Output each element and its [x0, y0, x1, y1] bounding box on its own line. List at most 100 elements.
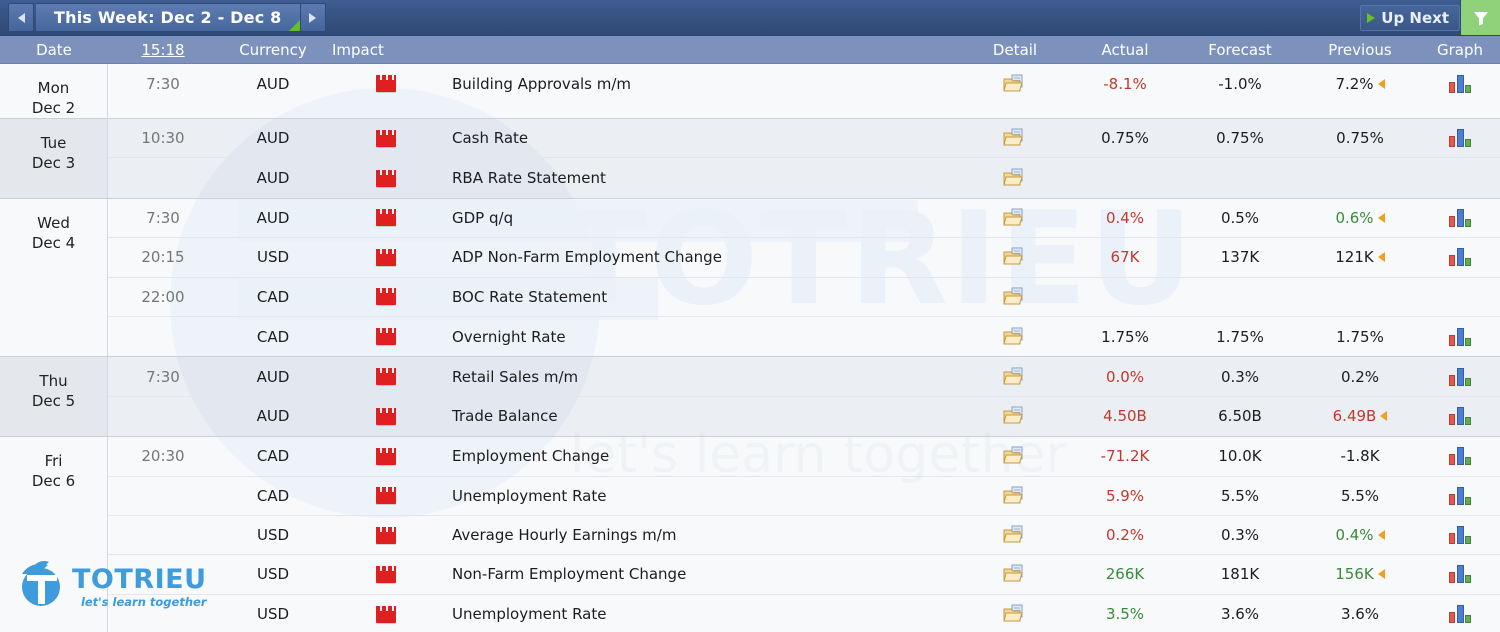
- row-event-name[interactable]: RBA Rate Statement: [440, 169, 960, 187]
- graph-icon[interactable]: [1449, 367, 1471, 386]
- row-previous: 3.6%: [1300, 605, 1420, 623]
- column-header-currency[interactable]: Currency: [218, 41, 328, 59]
- row-currency: USD: [256, 248, 290, 267]
- impact-high-icon[interactable]: [376, 75, 396, 93]
- impact-high-icon[interactable]: [376, 368, 396, 386]
- detail-folder-icon[interactable]: [1003, 168, 1027, 188]
- row-actual: 0.2%: [1105, 526, 1145, 545]
- date-day: Dec 3: [31, 154, 76, 172]
- row-previous-value: 121K: [1335, 248, 1374, 267]
- impact-high-icon[interactable]: [376, 288, 396, 306]
- row-event-name[interactable]: BOC Rate Statement: [440, 288, 960, 306]
- impact-high-icon[interactable]: [376, 129, 396, 147]
- graph-icon[interactable]: [1449, 129, 1471, 148]
- detail-folder-icon[interactable]: [1003, 486, 1027, 506]
- row-event-name[interactable]: Employment Change: [440, 447, 960, 465]
- row-event-name[interactable]: GDP q/q: [440, 209, 960, 227]
- impact-high-icon[interactable]: [376, 526, 396, 544]
- column-header-previous[interactable]: Previous: [1300, 41, 1420, 59]
- table-row[interactable]: 22:00 CAD BOC Rate Statement: [108, 278, 1500, 317]
- graph-icon[interactable]: [1449, 605, 1471, 624]
- detail-folder-icon[interactable]: [1003, 128, 1027, 148]
- row-detail: [960, 525, 1070, 545]
- detail-folder-icon[interactable]: [1003, 406, 1027, 426]
- table-row[interactable]: 7:30 AUD GDP q/q 0.4% 0.5% 0.6%: [108, 199, 1500, 239]
- column-header-impact[interactable]: Impact: [328, 41, 440, 59]
- table-row[interactable]: USD Unemployment Rate 3.5% 3.6% 3.6%: [108, 595, 1500, 632]
- graph-icon[interactable]: [1449, 565, 1471, 584]
- day-rows: 10:30 AUD Cash Rate 0.75% 0.75% 0.75% AU…: [108, 119, 1500, 198]
- table-row[interactable]: USD Average Hourly Earnings m/m 0.2% 0.3…: [108, 516, 1500, 556]
- play-icon: [1367, 12, 1376, 23]
- filter-button[interactable]: [1460, 0, 1500, 35]
- impact-high-icon[interactable]: [376, 209, 396, 227]
- impact-high-icon[interactable]: [376, 328, 396, 346]
- graph-icon[interactable]: [1449, 407, 1471, 426]
- economic-calendar: This Week: Dec 2 - Dec 8 Up Next Date 15…: [0, 0, 1500, 632]
- detail-folder-icon[interactable]: [1003, 327, 1027, 347]
- impact-high-icon[interactable]: [376, 169, 396, 187]
- column-header-actual[interactable]: Actual: [1070, 41, 1180, 59]
- table-row[interactable]: 20:30 CAD Employment Change -71.2K 10.0K…: [108, 437, 1500, 477]
- row-previous-value: 5.5%: [1340, 486, 1380, 505]
- row-event-name[interactable]: Unemployment Rate: [440, 487, 960, 505]
- row-currency: USD: [256, 605, 290, 624]
- column-header-detail[interactable]: Detail: [960, 41, 1070, 59]
- detail-folder-icon[interactable]: [1003, 604, 1027, 624]
- graph-icon[interactable]: [1449, 327, 1471, 346]
- row-graph: [1420, 327, 1500, 346]
- impact-high-icon[interactable]: [376, 447, 396, 465]
- table-row[interactable]: 7:30 AUD Retail Sales m/m 0.0% 0.3% 0.2%: [108, 357, 1500, 397]
- table-row[interactable]: 10:30 AUD Cash Rate 0.75% 0.75% 0.75%: [108, 119, 1500, 159]
- table-row[interactable]: AUD RBA Rate Statement: [108, 158, 1500, 197]
- column-header-forecast[interactable]: Forecast: [1180, 41, 1300, 59]
- day-group: Thu Dec 5 7:30 AUD Retail Sales m/m 0.0%…: [0, 357, 1500, 438]
- time-sort-link[interactable]: 15:18: [141, 41, 184, 59]
- up-next-button[interactable]: Up Next: [1360, 4, 1460, 31]
- table-row[interactable]: 7:30 AUD Building Approvals m/m -8.1% -1…: [108, 64, 1500, 103]
- detail-folder-icon[interactable]: [1003, 525, 1027, 545]
- impact-high-icon[interactable]: [376, 248, 396, 266]
- row-forecast: 181K: [1220, 565, 1260, 584]
- impact-high-icon[interactable]: [376, 407, 396, 425]
- detail-folder-icon[interactable]: [1003, 74, 1027, 94]
- row-event-name[interactable]: Trade Balance: [440, 407, 960, 425]
- table-row[interactable]: AUD Trade Balance 4.50B 6.50B 6.49B: [108, 397, 1500, 436]
- detail-folder-icon[interactable]: [1003, 208, 1027, 228]
- impact-high-icon[interactable]: [376, 605, 396, 623]
- graph-icon[interactable]: [1449, 208, 1471, 227]
- graph-icon[interactable]: [1449, 447, 1471, 466]
- detail-folder-icon[interactable]: [1003, 446, 1027, 466]
- graph-icon[interactable]: [1449, 486, 1471, 505]
- row-event-name[interactable]: Non-Farm Employment Change: [440, 565, 960, 583]
- column-header-date[interactable]: Date: [0, 41, 108, 59]
- prev-week-button[interactable]: [8, 3, 34, 32]
- row-event-name[interactable]: Cash Rate: [440, 129, 960, 147]
- graph-icon[interactable]: [1449, 526, 1471, 545]
- date-weekday: Thu: [39, 372, 68, 391]
- row-event-name[interactable]: Retail Sales m/m: [440, 368, 960, 386]
- graph-icon[interactable]: [1449, 248, 1471, 267]
- detail-folder-icon[interactable]: [1003, 367, 1027, 387]
- table-row[interactable]: 20:15 USD ADP Non-Farm Employment Change…: [108, 238, 1500, 278]
- table-row[interactable]: CAD Overnight Rate 1.75% 1.75% 1.75%: [108, 317, 1500, 356]
- table-row[interactable]: CAD Unemployment Rate 5.9% 5.5% 5.5%: [108, 477, 1500, 516]
- row-actual: -8.1%: [1103, 74, 1147, 93]
- graph-icon[interactable]: [1449, 74, 1471, 93]
- week-range-title[interactable]: This Week: Dec 2 - Dec 8: [36, 3, 300, 32]
- detail-folder-icon[interactable]: [1003, 287, 1027, 307]
- row-actual: 0.4%: [1105, 208, 1145, 227]
- detail-folder-icon[interactable]: [1003, 247, 1027, 267]
- table-row[interactable]: USD Non-Farm Employment Change 266K 181K…: [108, 555, 1500, 595]
- row-event-name[interactable]: ADP Non-Farm Employment Change: [440, 248, 960, 266]
- impact-high-icon[interactable]: [376, 487, 396, 505]
- row-event-name[interactable]: Overnight Rate: [440, 328, 960, 346]
- next-week-button[interactable]: [299, 3, 326, 32]
- impact-high-icon[interactable]: [376, 565, 396, 583]
- column-header-graph[interactable]: Graph: [1420, 41, 1500, 59]
- row-event-name[interactable]: Average Hourly Earnings m/m: [440, 526, 960, 544]
- column-header-time[interactable]: 15:18: [108, 41, 218, 59]
- row-event-name[interactable]: Unemployment Rate: [440, 605, 960, 623]
- row-event-name[interactable]: Building Approvals m/m: [440, 75, 960, 93]
- detail-folder-icon[interactable]: [1003, 564, 1027, 584]
